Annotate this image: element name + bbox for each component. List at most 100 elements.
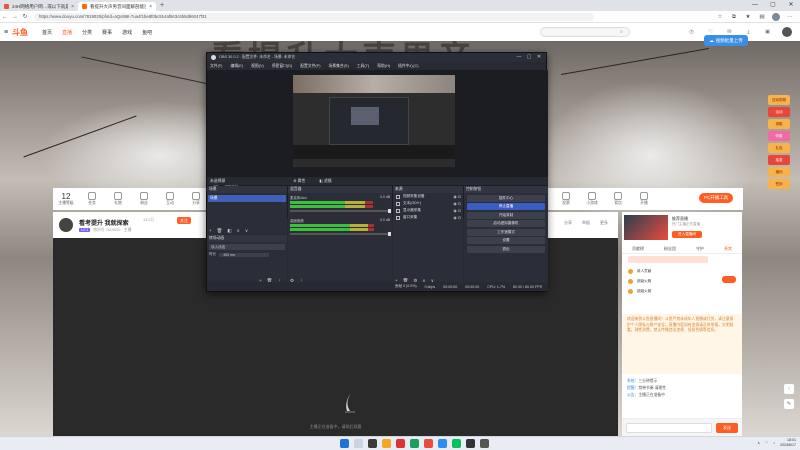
obs-taskbar-icon[interactable] [466,439,475,448]
close-window-button[interactable]: ✕ [782,0,800,11]
start-recording-button[interactable]: 开始录制 [467,211,545,219]
site-logo[interactable]: 斗鱼 [12,27,38,38]
obs-duration-input[interactable]: 300 ms [219,252,270,257]
file-explorer-icon[interactable] [382,439,391,448]
pc-streaming-tool-button[interactable]: PC开播工具 [699,193,733,203]
start-icon[interactable] [340,439,349,448]
visibility-icon[interactable]: ◉ ⊡ [453,194,463,199]
obs-scene-item[interactable]: 场景 [208,195,286,202]
search-icon[interactable]: ⌕ [620,29,627,35]
toolbar-item[interactable]: 任务 [79,192,105,206]
obs-menu-file[interactable]: 文件(F) [210,64,222,69]
edge-icon[interactable] [410,439,419,448]
obs-menu-tools[interactable]: 工具(T) [357,64,369,69]
toolbar-item[interactable]: 投票 [553,192,579,206]
nav-yuba[interactable]: 鱼吧 [142,29,152,36]
virtual-camera-button[interactable]: 启动虚拟摄像机 ⚙ [467,220,552,227]
obs-close-button[interactable]: ✕ [534,53,544,62]
back-icon[interactable]: ← [0,14,10,20]
promo-item[interactable]: 特惠 [768,131,790,141]
settings-button[interactable]: 设置 [467,237,545,244]
source-item[interactable]: 视频采集设备 ◉ ⊡ [393,193,463,200]
nav-live[interactable]: 直播 [62,29,72,36]
volume-knob[interactable] [388,232,391,236]
source-item[interactable]: 文本(GDI+) ◉ ⊡ [393,200,463,207]
chat-user[interactable]: 提醒 [627,386,635,390]
anchor-more-button[interactable]: 更多 [600,220,608,226]
tab-contribution[interactable]: 贡献榜 [632,246,644,252]
recommend-enter-button[interactable]: 进入直播间 [672,231,702,238]
obs-menu-scene-collection[interactable]: 场景集合(S) [328,64,348,69]
source-item[interactable]: 窗口采集 ◉ ⊡ [393,214,463,221]
new-tab-button[interactable]: + [160,2,164,9]
obs-menu-plugins[interactable]: 插件中心(C) [398,64,418,69]
toolbar-item[interactable]: 小游戏 [579,192,605,206]
toolbar-item[interactable]: 礼物 [105,192,131,206]
recommend-thumbnail[interactable] [624,215,668,240]
promo-item[interactable]: 礼包 [768,143,790,153]
gift-badge[interactable] [722,276,736,283]
wifi-icon[interactable]: ◠ [765,441,768,445]
tab-guard[interactable]: 守护 [696,246,704,252]
nav-events[interactable]: 赛事 [102,29,112,36]
toolbar-item[interactable]: 粉丝 [131,192,157,206]
tab-fans[interactable]: 粉丝团 [664,246,676,252]
promo-item[interactable]: 抽奖 [768,155,790,165]
arrow-up-icon[interactable]: ∧ [237,228,240,234]
minimize-button[interactable]: — [746,0,764,11]
arrow-down-icon[interactable]: ∨ [245,228,248,234]
obs-properties-button[interactable]: ⚙ 属性 [293,178,305,184]
obs-menu-view[interactable]: 视图(V) [251,64,264,69]
obs-menu-docks[interactable]: 停靠窗口(D) [272,64,292,69]
toolbar-item[interactable]: 背包 [605,192,631,206]
profile-avatar[interactable] [772,13,780,21]
browser-icon[interactable] [424,439,433,448]
volume-knob[interactable] [388,209,391,213]
recommend-card[interactable]: 推荐直播 热门主播正在直播 进入直播间 [622,212,742,242]
anchor-level[interactable]: 12 主播等级 [53,192,79,206]
gear-icon[interactable]: ⚙ [549,220,552,227]
browser-tab-active[interactable]: 看提升大声男音间面解剖能否… × [78,2,156,11]
wechat-icon[interactable] [452,439,461,448]
add-icon[interactable]: + [209,228,212,233]
tab-close-icon[interactable]: × [149,4,152,10]
anchor-avatar[interactable] [59,218,73,232]
live-icon[interactable]: ▣ [763,28,772,37]
user-avatar[interactable] [782,27,792,37]
follow-button[interactable]: 关注 [177,217,191,224]
menu-icon[interactable]: ≡ [0,29,12,36]
reload-icon[interactable]: ↻ [20,13,30,20]
feedback-icon[interactable]: ✎ [784,399,794,409]
obs-canvas[interactable] [293,75,455,167]
toolbar-item[interactable]: 互动 [157,192,183,206]
visibility-icon[interactable]: ◉ ⊡ [453,208,463,213]
trash-icon[interactable]: 🗑 [217,228,223,234]
obs-menu-profile[interactable]: 配置文件(P) [300,64,320,69]
star-icon[interactable]: ☆ [716,13,724,21]
promo-item[interactable]: 福利 [768,167,790,177]
studio-mode-button[interactable]: 工作室模式 [467,228,545,236]
search-input[interactable]: ⌕ [540,27,630,37]
plugin-center-button[interactable]: 插件中心 [467,194,545,202]
app-icon[interactable] [438,439,447,448]
visibility-icon[interactable]: ◉ ⊡ [453,201,463,206]
nav-category[interactable]: 分类 [82,29,92,36]
nav-games[interactable]: 游戏 [122,29,132,36]
chat-input[interactable] [626,423,712,433]
tray-chevron-icon[interactable]: ∧ [757,441,760,445]
toolbar-item[interactable]: 开播 [631,192,657,206]
filter-icon[interactable]: ◧ [227,228,231,234]
clock[interactable]: 18:01 2024/6/17 [780,438,796,448]
obs-filters-button[interactable]: ◧ 滤镜 [319,178,331,184]
nav-home[interactable]: 首页 [42,29,52,36]
batch-upload-button[interactable]: ☁ 视频批量上传 [704,35,748,46]
app-icon[interactable] [480,439,489,448]
wps-icon[interactable] [396,439,405,448]
maximize-button[interactable]: ▢ [764,0,782,11]
volume-slider[interactable] [290,232,391,236]
more-icon[interactable]: ⋯ [786,13,794,21]
anchor-share-button[interactable]: 分享 [564,220,572,226]
chat-send-button[interactable]: 发送 [716,423,738,433]
back-to-top-icon[interactable]: ↑ [784,384,794,394]
history-icon[interactable]: ◷ [687,28,696,37]
